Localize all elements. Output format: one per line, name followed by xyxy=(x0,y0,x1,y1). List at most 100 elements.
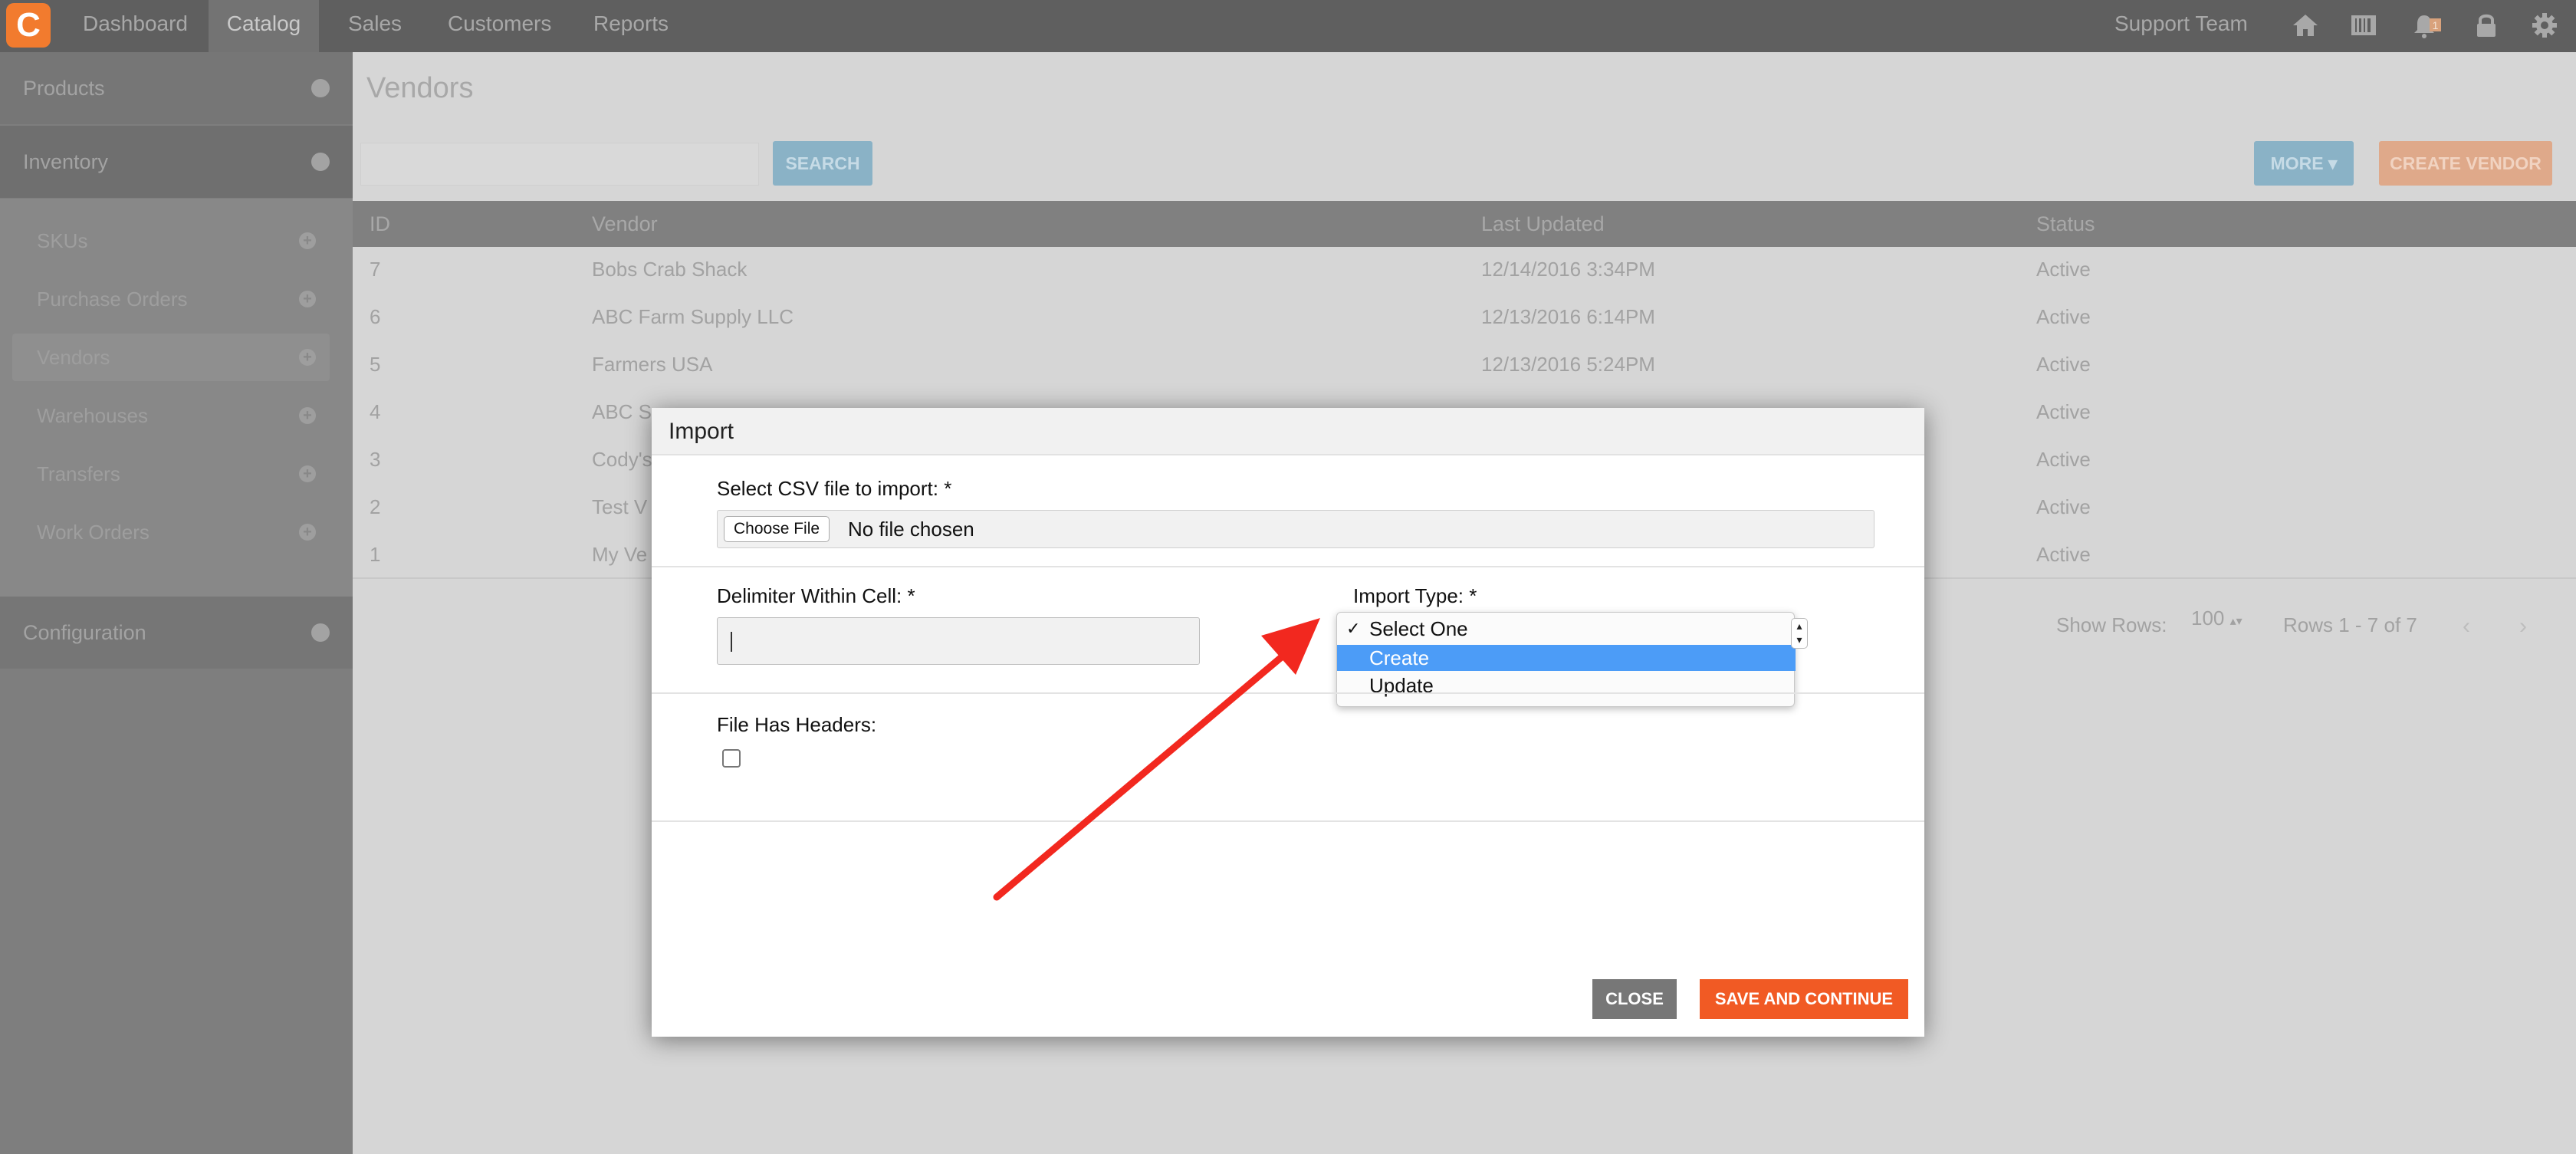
cell-status: Active xyxy=(2036,448,2091,471)
modal-divider xyxy=(652,820,1924,822)
column-header-vendor[interactable]: Vendor xyxy=(592,201,658,247)
sidebar-item-label: Transfers xyxy=(37,462,120,485)
close-button[interactable]: CLOSE xyxy=(1592,979,1677,1019)
select-arrows-icon[interactable]: ▴ ▾ xyxy=(1791,618,1808,649)
select-arrows-icon: ▴▾ xyxy=(2229,615,2242,628)
table-row[interactable]: 5 Farmers USA 12/13/2016 5:24PM Active xyxy=(353,340,2576,388)
file-headers-label: File Has Headers: xyxy=(717,713,877,736)
delimiter-input[interactable] xyxy=(717,617,1200,665)
sidebar-item-work-orders[interactable]: Work Orders + xyxy=(12,508,330,556)
column-header-last-updated[interactable]: Last Updated xyxy=(1481,201,1605,247)
cell-id: 6 xyxy=(370,305,381,328)
search-button[interactable]: SEARCH xyxy=(773,141,872,186)
page-title: Vendors xyxy=(366,72,474,104)
app-logo[interactable]: C xyxy=(6,3,51,48)
cell-vendor: My Ve xyxy=(592,543,648,566)
nav-customers[interactable]: Customers xyxy=(448,0,551,52)
modal-divider xyxy=(652,566,1924,567)
option-select-one[interactable]: ✓ Select One xyxy=(1337,616,1796,642)
plus-circle-icon[interactable]: + xyxy=(299,291,316,307)
sidebar-inventory[interactable]: Inventory xyxy=(0,126,353,198)
save-and-continue-button[interactable]: SAVE AND CONTINUE xyxy=(1700,979,1908,1019)
chevron-down-icon xyxy=(311,623,330,642)
table-row[interactable]: 6 ABC Farm Supply LLC 12/13/2016 6:14PM … xyxy=(353,293,2576,340)
cell-vendor: ABC S xyxy=(592,400,652,423)
gear-icon[interactable] xyxy=(2530,11,2559,40)
file-headers-checkbox[interactable] xyxy=(722,749,741,768)
sidebar-item-warehouses[interactable]: Warehouses + xyxy=(12,392,330,439)
notification-icon[interactable]: 1 xyxy=(2412,11,2441,40)
cell-updated: 12/13/2016 6:14PM xyxy=(1481,305,1655,328)
choose-file-button[interactable]: Choose File xyxy=(724,516,830,542)
plus-circle-icon[interactable]: + xyxy=(299,465,316,482)
cell-id: 5 xyxy=(370,353,381,376)
sidebar-item-purchase-orders[interactable]: Purchase Orders + xyxy=(12,275,330,323)
sidebar-configuration[interactable]: Configuration xyxy=(0,597,353,669)
barcode-icon[interactable] xyxy=(2349,11,2378,40)
home-icon[interactable] xyxy=(2291,11,2320,40)
cell-vendor: Farmers USA xyxy=(592,353,713,376)
csv-file-input[interactable]: Choose File No file chosen xyxy=(717,510,1875,548)
cell-vendor: Bobs Crab Shack xyxy=(592,258,748,281)
option-update[interactable]: Update xyxy=(1337,672,1796,699)
sidebar-inventory-label: Inventory xyxy=(23,150,109,173)
nav-reports[interactable]: Reports xyxy=(593,0,669,52)
cell-status: Active xyxy=(2036,258,2091,281)
cell-id: 1 xyxy=(370,543,381,566)
sidebar-item-label: Warehouses xyxy=(37,404,148,427)
rows-info: Rows 1 - 7 of 7 xyxy=(2283,613,2417,636)
chevron-left-icon[interactable]: ‹ xyxy=(2463,613,2470,639)
sidebar-configuration-label: Configuration xyxy=(23,621,146,644)
column-header-status[interactable]: Status xyxy=(2036,201,2095,247)
cell-vendor: Test V xyxy=(592,495,648,518)
cell-id: 4 xyxy=(370,400,381,423)
create-vendor-button[interactable]: CREATE VENDOR xyxy=(2379,141,2552,186)
sidebar-item-vendors[interactable]: Vendors + xyxy=(12,334,330,381)
notification-badge: 1 xyxy=(2433,19,2439,31)
cell-updated: 12/14/2016 3:34PM xyxy=(1481,258,1655,281)
search-input[interactable] xyxy=(360,143,759,186)
sidebar-inventory-submenu: SKUs + Purchase Orders + Vendors + Wareh… xyxy=(0,199,353,630)
cell-id: 7 xyxy=(370,258,381,281)
plus-circle-icon[interactable]: + xyxy=(299,349,316,366)
chevron-right-icon[interactable]: › xyxy=(2519,613,2527,639)
option-label: Create xyxy=(1369,646,1430,669)
sidebar-item-label: SKUs xyxy=(37,229,88,252)
option-create[interactable]: Create xyxy=(1337,645,1796,671)
delimiter-label: Delimiter Within Cell: * xyxy=(717,584,915,607)
text-caret xyxy=(731,632,732,652)
nav-sales[interactable]: Sales xyxy=(348,0,402,52)
rows-per-page-select[interactable]: 100 ▴▾ xyxy=(2191,603,2252,643)
plus-circle-icon[interactable]: + xyxy=(299,524,316,541)
cell-vendor: Cody's xyxy=(592,448,652,471)
sidebar-products[interactable]: Products xyxy=(0,52,353,124)
show-rows-label: Show Rows: xyxy=(2056,613,2167,636)
csv-file-label: Select CSV file to import: * xyxy=(717,477,952,500)
user-menu[interactable]: Support Team xyxy=(2114,0,2248,52)
lock-icon[interactable] xyxy=(2472,11,2501,40)
table-row[interactable]: 7 Bobs Crab Shack 12/14/2016 3:34PM Acti… xyxy=(353,245,2576,293)
plus-circle-icon[interactable]: + xyxy=(299,407,316,424)
more-button[interactable]: MORE ▾ xyxy=(2254,141,2354,186)
cell-status: Active xyxy=(2036,543,2091,566)
sidebar-item-skus[interactable]: SKUs + xyxy=(12,217,330,265)
cell-status: Active xyxy=(2036,495,2091,518)
import-modal: Import Select CSV file to import: * Choo… xyxy=(652,408,1924,1037)
cell-id: 2 xyxy=(370,495,381,518)
nav-catalog[interactable]: Catalog xyxy=(209,0,319,52)
column-header-id[interactable]: ID xyxy=(370,201,390,247)
sidebar-item-transfers[interactable]: Transfers + xyxy=(12,450,330,498)
file-status: No file chosen xyxy=(848,518,974,541)
sidebar-item-label: Work Orders xyxy=(37,521,150,544)
sidebar: Products Inventory SKUs + Purchase Order… xyxy=(0,52,353,1154)
cell-updated: 12/13/2016 5:24PM xyxy=(1481,353,1655,376)
checkmark-icon: ✓ xyxy=(1346,619,1361,638)
nav-dashboard[interactable]: Dashboard xyxy=(83,0,188,52)
plus-circle-icon[interactable]: + xyxy=(299,232,316,249)
cell-status: Active xyxy=(2036,400,2091,423)
modal-divider xyxy=(652,692,1924,694)
chevron-right-icon xyxy=(311,153,330,171)
chevron-down-icon xyxy=(311,79,330,97)
rows-per-page-value: 100 xyxy=(2191,607,2225,630)
option-label: Select One xyxy=(1369,617,1468,640)
